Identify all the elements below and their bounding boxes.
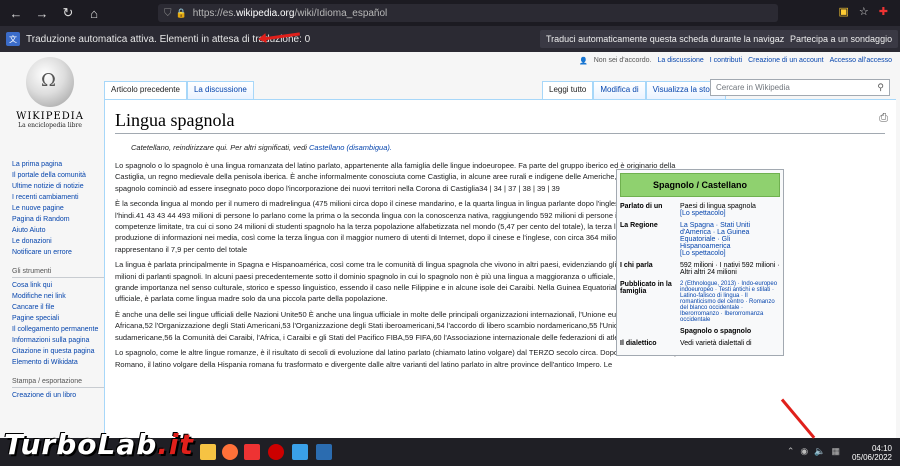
- infobox-key: Pubblicato in la famiglia: [620, 281, 672, 295]
- infobox-value: Paesi di lingua spagnola: [680, 203, 756, 210]
- infobox-row: Il dialettico Vedi varietà dialettali di: [620, 340, 780, 347]
- system-clock[interactable]: 04:10 05/06/2022: [852, 444, 892, 462]
- bookmark-icon[interactable]: ☆: [859, 5, 869, 18]
- sidebar-item-related[interactable]: Modifiche nei link: [12, 291, 104, 302]
- sidebar-print-heading: Stampa / esportazione: [12, 376, 104, 388]
- sidebar-tools-heading: Gli strumenti: [12, 266, 104, 278]
- browser-toolbar: ← → ↻ ⌂ ⛉ 🔒 https://es.wikipedia.org/wik…: [0, 0, 900, 26]
- infobox-show-link[interactable]: [Lo spettacolo]: [680, 210, 780, 217]
- sidebar-item-upload[interactable]: Cancare il file: [12, 302, 104, 313]
- monitor-icon[interactable]: [316, 444, 332, 460]
- url-text: https://es.wikipedia.org/wiki/Idioma_esp…: [192, 7, 388, 19]
- print-icon[interactable]: ⎙: [879, 112, 888, 125]
- tab-talk[interactable]: La discussione: [186, 81, 254, 99]
- translate-indicator-icon[interactable]: ▣: [839, 5, 849, 18]
- home-icon[interactable]: ⌂: [84, 3, 104, 23]
- infobox-row: Parlato di un Paesi di lingua spagnola […: [620, 203, 780, 217]
- sidebar-item-recent[interactable]: I recenti cambiamenti: [12, 192, 104, 203]
- infobox-title: Spagnolo / Castellano: [620, 173, 780, 197]
- extension-icon[interactable]: ✚: [879, 5, 888, 18]
- turbolab-watermark: TurboLab.it: [4, 428, 194, 461]
- tray-arrow-icon[interactable]: ⌃: [787, 446, 795, 457]
- back-icon[interactable]: ←: [6, 3, 26, 23]
- wikipedia-logo[interactable]: WIKIPEDIA La enciclopedia libre: [15, 57, 85, 129]
- user-icon: 👤: [578, 58, 588, 65]
- infobox-key: Il dialettico: [620, 340, 657, 347]
- infobox-key: Parlato di un: [620, 203, 663, 210]
- forward-icon[interactable]: →: [32, 3, 52, 23]
- sidebar-item-main[interactable]: La prima pagina: [12, 159, 104, 170]
- personal-talk-link[interactable]: La discussione: [657, 57, 703, 65]
- search-icon[interactable]: ⚲: [877, 82, 884, 93]
- sidebar-item-new-pages[interactable]: Le nuove pagine: [12, 203, 104, 214]
- not-logged-in: Non sei d'accordo.: [593, 57, 652, 64]
- sidebar-item-cite[interactable]: Citazione in questa pagina: [12, 346, 104, 357]
- sidebar: La prima pagina Il portale della comunit…: [12, 159, 104, 401]
- personal-contributions-link[interactable]: I contributi: [710, 57, 742, 65]
- infobox-value[interactable]: La Spagna · Stati Uniti d'America · La G…: [680, 222, 780, 250]
- globe-icon: [26, 57, 74, 107]
- sidebar-item-community[interactable]: Il portale della comunità: [12, 170, 104, 181]
- infobox-value: Vedi varietà dialettali di: [680, 340, 752, 347]
- hatnote-link[interactable]: Castellano (disambigua).: [309, 143, 392, 152]
- sidebar-item-report[interactable]: Notificare un errore: [12, 247, 104, 258]
- sidebar-item-special[interactable]: Pagine speciali: [12, 313, 104, 324]
- sidebar-item-help[interactable]: Aiuto Aiuto: [12, 225, 104, 236]
- folder-icon[interactable]: [200, 444, 216, 460]
- tab-article[interactable]: Articolo precedente: [104, 81, 187, 99]
- address-bar[interactable]: ⛉ 🔒 https://es.wikipedia.org/wiki/Idioma…: [158, 4, 778, 22]
- reload-icon[interactable]: ↻: [58, 3, 78, 23]
- personal-tools: 👤 Non sei d'accordo. La discussione I co…: [579, 57, 892, 65]
- clock-date: 05/06/2022: [851, 453, 892, 462]
- sidebar-item-whatlinks[interactable]: Cosa link qui: [12, 280, 104, 291]
- opera-icon[interactable]: [268, 444, 284, 460]
- sidebar-item-info[interactable]: Informazioni sulla pagina: [12, 335, 104, 346]
- infobox-row: I chi parla 592 milioni · I nativi 592 m…: [620, 262, 780, 276]
- system-tray: ⌃ ◉ 🔈 ▦: [787, 446, 840, 457]
- sidebar-item-book[interactable]: Creazione di un libro: [12, 390, 104, 401]
- search-placeholder: Cercare in Wikipedia: [716, 83, 790, 92]
- clock-time: 04:10: [871, 444, 892, 453]
- tab-edit[interactable]: Modifica di: [593, 81, 646, 99]
- infobox-row: La Regione La Spagna · Stati Uniti d'Ame…: [620, 222, 780, 257]
- hatnote-text: Catetellano, reindirizzare qui. Per altr…: [131, 143, 307, 152]
- logo-tagline: La enciclopedia libre: [18, 122, 82, 129]
- infobox-value: Spagnolo o spagnolo: [680, 328, 752, 335]
- translate-icon: 文: [6, 32, 20, 46]
- volume-icon[interactable]: 🔈: [814, 446, 825, 457]
- infobox: Spagnolo / Castellano Parlato di un Paes…: [616, 169, 784, 356]
- infobox-key: La Regione: [620, 222, 658, 229]
- firefox-icon[interactable]: [222, 444, 238, 460]
- page-title: Lingua spagnola: [115, 110, 885, 134]
- survey-button[interactable]: Partecipa a un sondaggio: [784, 30, 899, 48]
- wikipedia-page: WIKIPEDIA La enciclopedia libre 👤 Non se…: [0, 52, 900, 438]
- search-input[interactable]: Cercare in Wikipedia ⚲: [710, 79, 890, 96]
- infobox-key: [620, 328, 680, 335]
- infobox-row: Spagnolo o spagnolo: [620, 328, 780, 335]
- sidebar-item-donate[interactable]: Le donazioni: [12, 236, 104, 247]
- logo-wordmark: WIKIPEDIA: [16, 111, 84, 122]
- sidebar-item-news[interactable]: Ultime notizie di notizie: [12, 181, 104, 192]
- shield-icon[interactable]: ⛉: [164, 8, 172, 19]
- network-icon[interactable]: ◉: [800, 446, 808, 457]
- chat-icon[interactable]: [292, 444, 308, 460]
- create-account-link[interactable]: Creazione di un account: [748, 57, 824, 65]
- infobox-value[interactable]: 2 (Ethnologue, 2013) · Indo-europeo indo…: [680, 281, 780, 323]
- login-link[interactable]: Accesso all'accesso: [830, 57, 892, 65]
- infobox-show-link[interactable]: [Lo spettacolo]: [680, 250, 780, 257]
- lock-icon[interactable]: 🔒: [176, 8, 187, 19]
- translate-tab-button[interactable]: Traduci automaticamente questa scheda du…: [540, 30, 808, 48]
- sidebar-item-permalink[interactable]: Il collegamento permanente: [12, 324, 104, 335]
- infobox-key: I chi parla: [620, 262, 653, 269]
- notification-icon[interactable]: ▦: [831, 446, 840, 457]
- tab-read[interactable]: Leggi tutto: [542, 81, 594, 99]
- hatnote: Catetellano, reindirizzare qui. Per altr…: [131, 143, 886, 152]
- infobox-row: Pubblicato in la famiglia 2 (Ethnologue,…: [620, 281, 780, 323]
- infobox-value: 592 milioni · I nativi 592 milioni · Alt…: [680, 262, 780, 276]
- sidebar-item-wikidata[interactable]: Elemento di Wikidata: [12, 357, 104, 368]
- sidebar-item-random[interactable]: Pagina di Random: [12, 214, 104, 225]
- app-icon[interactable]: [244, 444, 260, 460]
